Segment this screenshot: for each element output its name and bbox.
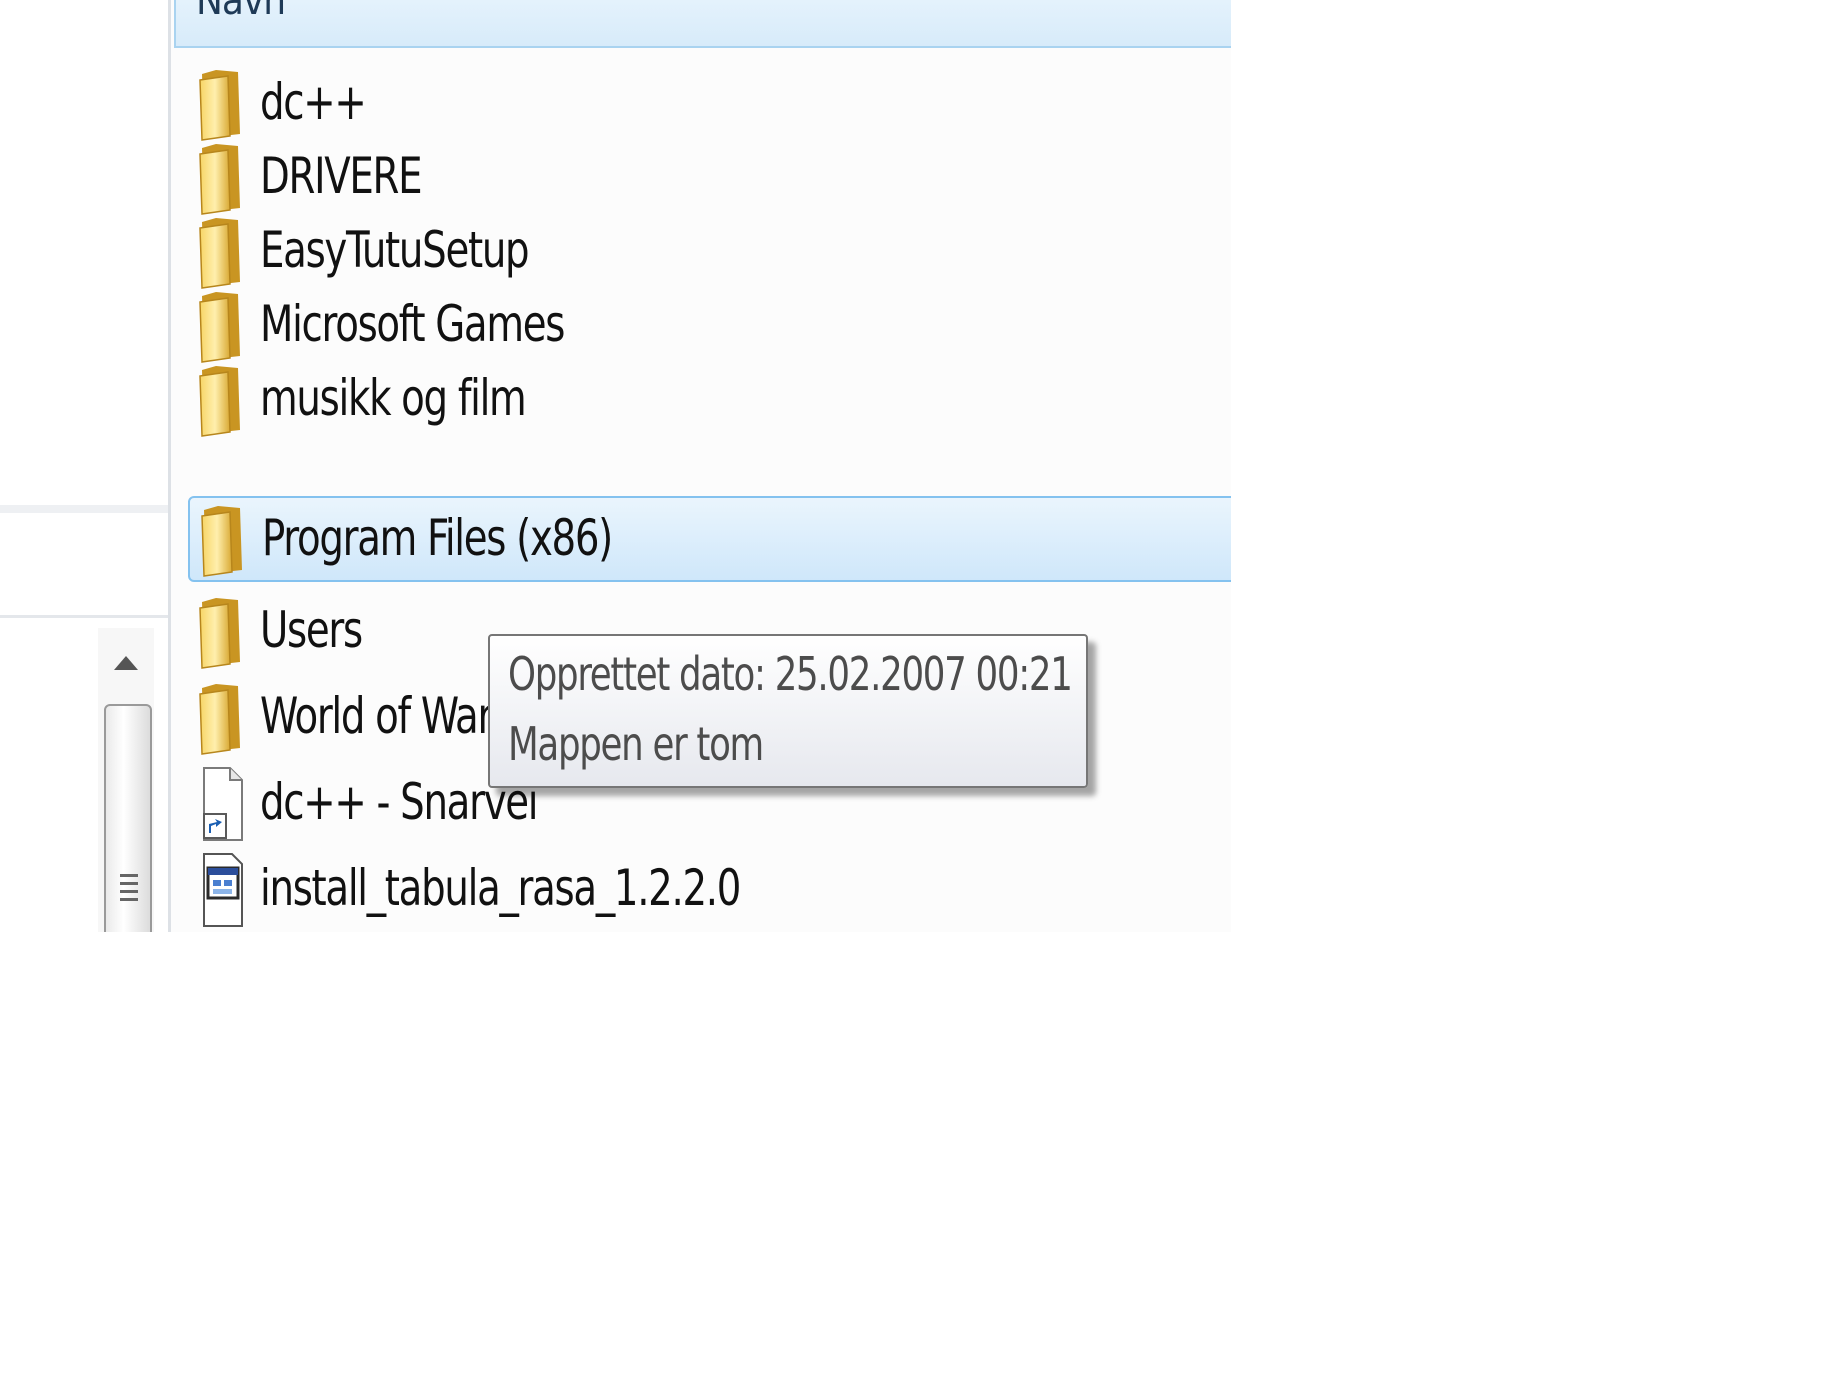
scroll-up-arrow-icon[interactable] <box>104 632 148 688</box>
folder-icon <box>199 684 240 755</box>
tooltip-folder-status: Mappen er tom <box>508 717 764 771</box>
list-item-musikk-og-film[interactable]: musikk og film <box>188 356 1231 442</box>
file-tooltip: Opprettet dato: 25.02.2007 00:21 Mappen … <box>488 634 1088 788</box>
nav-divider <box>0 505 168 513</box>
folder-icon <box>201 506 242 577</box>
folder-icon <box>199 598 240 669</box>
scrollbar-thumb[interactable] <box>104 704 152 932</box>
folder-icon <box>199 218 240 289</box>
file-name: DRIVERE <box>260 147 423 205</box>
navigation-pane <box>0 0 168 932</box>
file-name: install_tabula_rasa_1.2.2.0 <box>260 859 741 917</box>
file-name: musikk og film <box>260 369 527 427</box>
tooltip-created-date: Opprettet dato: 25.02.2007 00:21 <box>508 647 1073 701</box>
file-name: Microsoft Games <box>260 295 565 353</box>
list-item-install-tabula-rasa[interactable]: install_tabula_rasa_1.2.2.0 <box>188 846 1231 932</box>
shortcut-icon <box>203 767 243 841</box>
file-name: EasyTutuSetup <box>260 221 530 279</box>
file-name: Program Files (x86) <box>262 509 613 567</box>
folder-icon <box>199 292 240 363</box>
folder-icon <box>199 144 240 215</box>
scroll-grip-icon <box>120 874 138 901</box>
installer-icon <box>203 853 243 927</box>
pane-splitter[interactable] <box>168 0 171 932</box>
folder-icon <box>199 366 240 437</box>
navigation-tree <box>0 0 168 505</box>
list-item-program-files-x86[interactable]: Program Files (x86) <box>188 496 1231 582</box>
explorer-window: Navn dc++ DRIVERE EasyTutuSetup Microsof… <box>0 0 1231 932</box>
nav-section-header[interactable] <box>0 513 168 615</box>
file-list: dc++ DRIVERE EasyTutuSetup Microsoft Gam… <box>188 0 1231 932</box>
file-name: dc++ <box>260 73 367 131</box>
file-name: Users <box>260 601 363 659</box>
folder-icon <box>199 70 240 141</box>
